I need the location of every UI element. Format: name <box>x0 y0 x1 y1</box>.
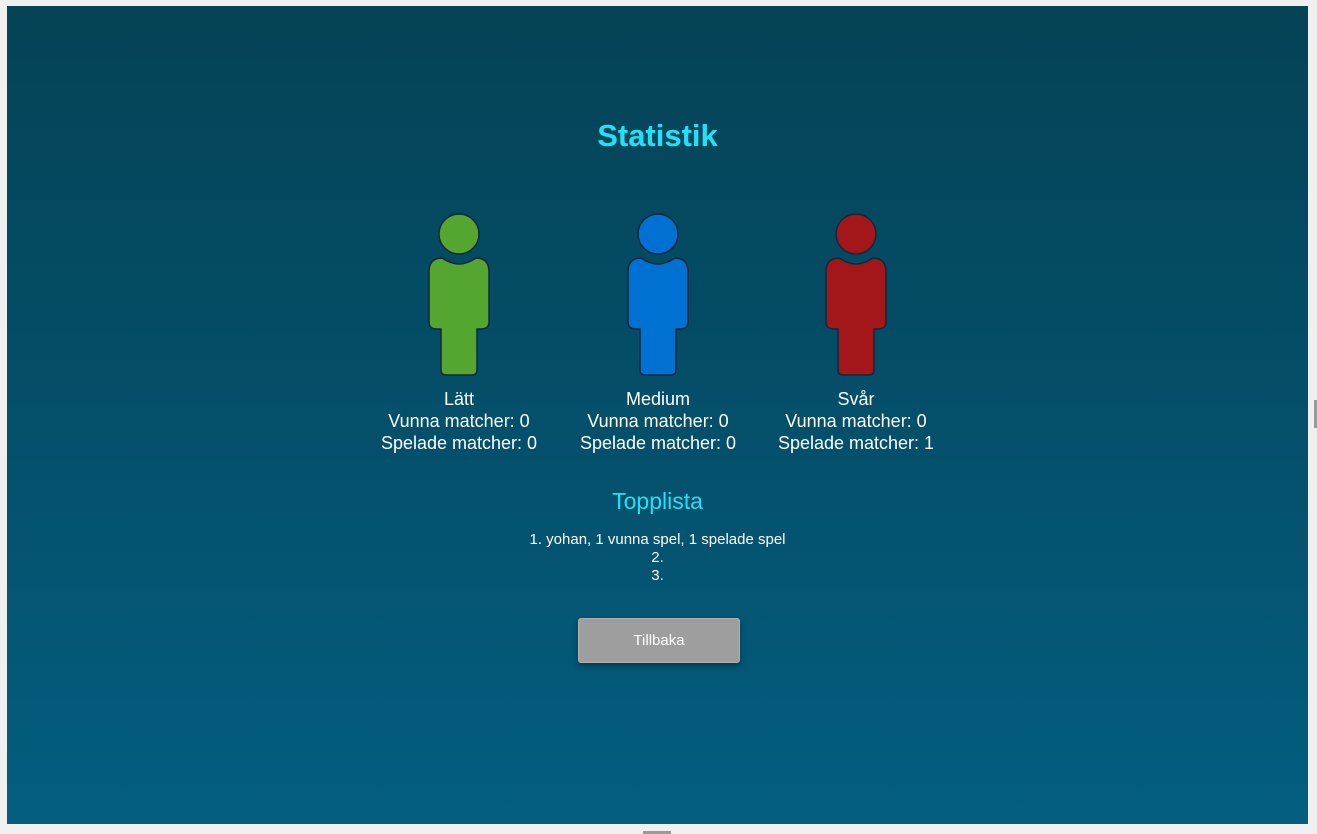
won-matches: Vunna matcher: 0 <box>785 411 927 431</box>
level-label: Svår <box>837 389 875 409</box>
page-title: Statistik <box>597 118 718 153</box>
player-stats-easy: Lätt Vunna matcher: 0 Spelade matcher: 0 <box>364 212 554 454</box>
stats-page: Statistik Lätt Vunna matcher: 0 Spelade … <box>7 6 1308 824</box>
played-matches: Spelade matcher: 0 <box>380 433 538 453</box>
level-label: Medium <box>625 389 691 409</box>
toplist: 1. yohan, 1 vunna spel, 1 spelade spel 2… <box>7 531 1308 585</box>
toplist-title: Topplista <box>612 488 703 514</box>
level-label: Lätt <box>443 389 475 409</box>
played-matches: Spelade matcher: 0 <box>579 433 737 453</box>
person-icon <box>428 213 490 376</box>
toplist-entry: 2. <box>651 549 664 566</box>
toplist-entry: 1. yohan, 1 vunna spel, 1 spelade spel <box>529 531 786 548</box>
player-stats-medium: Medium Vunna matcher: 0 Spelade matcher:… <box>563 212 753 454</box>
won-matches: Vunna matcher: 0 <box>388 411 530 431</box>
played-matches: Spelade matcher: 1 <box>777 433 935 453</box>
toplist-entry: 3. <box>651 567 664 584</box>
person-icon <box>825 213 887 376</box>
person-icon <box>627 213 689 376</box>
player-stats-hard: Svår Vunna matcher: 0 Spelade matcher: 1 <box>761 212 951 454</box>
won-matches: Vunna matcher: 0 <box>587 411 729 431</box>
back-button[interactable]: Tillbaka <box>578 618 740 663</box>
